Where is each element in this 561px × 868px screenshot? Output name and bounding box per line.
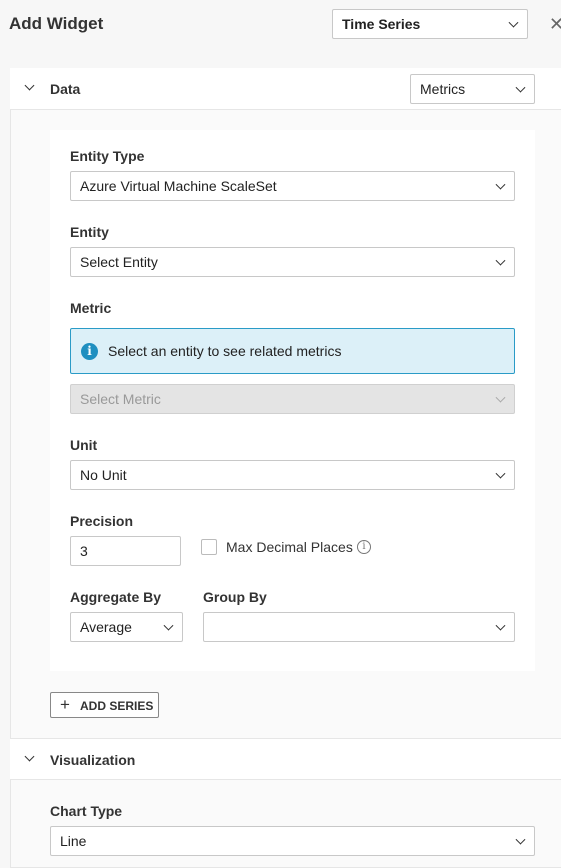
data-source-select[interactable]: Metrics — [410, 74, 535, 104]
visualization-section-title: Visualization — [50, 752, 136, 768]
close-icon[interactable]: ✕ — [549, 14, 561, 34]
unit-select[interactable]: No Unit — [70, 460, 515, 490]
chevron-down-icon — [495, 620, 506, 631]
unit-label: Unit — [70, 437, 98, 453]
entity-type-select[interactable]: Azure Virtual Machine ScaleSet — [70, 171, 515, 201]
data-source-value: Metrics — [420, 81, 466, 97]
max-decimal-label: Max Decimal Places — [226, 539, 353, 555]
max-decimal-checkbox[interactable] — [201, 539, 217, 555]
group-by-label: Group By — [203, 589, 267, 605]
chevron-down-icon — [515, 834, 526, 845]
metric-info-text: Select an entity to see related metrics — [108, 343, 342, 359]
metric-placeholder: Select Metric — [80, 391, 161, 407]
help-info-icon[interactable]: i — [357, 540, 371, 554]
chevron-down-icon — [495, 468, 506, 479]
chart-type-label: Chart Type — [50, 803, 123, 819]
dialog-title: Add Widget — [9, 14, 104, 33]
visualization-section-header[interactable]: Visualization — [10, 738, 561, 780]
chevron-down-icon — [515, 82, 526, 93]
chevron-down-icon — [495, 179, 506, 190]
chevron-down-icon — [163, 620, 174, 631]
info-icon: i — [81, 343, 98, 360]
plus-icon: + — [60, 695, 70, 714]
add-series-label: ADD SERIES — [80, 699, 154, 713]
metric-select: Select Metric — [70, 384, 515, 414]
precision-value: 3 — [80, 543, 88, 559]
entity-value: Select Entity — [80, 254, 158, 270]
chevron-down-icon — [495, 392, 506, 403]
entity-select[interactable]: Select Entity — [70, 247, 515, 277]
widget-type-select[interactable]: Time Series — [332, 9, 528, 39]
collapse-caret-icon[interactable] — [24, 751, 35, 762]
chart-type-select[interactable]: Line — [50, 826, 535, 856]
widget-type-value: Time Series — [342, 16, 421, 32]
chart-type-value: Line — [60, 833, 87, 849]
entity-type-label: Entity Type — [70, 148, 145, 164]
entity-label: Entity — [70, 224, 109, 240]
group-by-select[interactable] — [203, 612, 515, 642]
header: Add Widget Time Series ✕ — [0, 0, 561, 52]
precision-input[interactable]: 3 — [70, 536, 181, 566]
collapse-caret-icon[interactable] — [24, 80, 35, 91]
metric-label: Metric — [70, 300, 112, 316]
precision-label: Precision — [70, 513, 134, 529]
entity-type-value: Azure Virtual Machine ScaleSet — [80, 178, 277, 194]
chevron-down-icon — [508, 17, 519, 28]
add-series-button[interactable]: + ADD SERIES — [50, 692, 159, 718]
unit-value: No Unit — [80, 467, 127, 483]
data-section-title: Data — [50, 81, 81, 97]
chevron-down-icon — [495, 255, 506, 266]
aggregate-by-label: Aggregate By — [70, 589, 162, 605]
metric-info-alert: i Select an entity to see related metric… — [70, 328, 515, 374]
aggregate-by-value: Average — [80, 619, 132, 635]
aggregate-by-select[interactable]: Average — [70, 612, 183, 642]
